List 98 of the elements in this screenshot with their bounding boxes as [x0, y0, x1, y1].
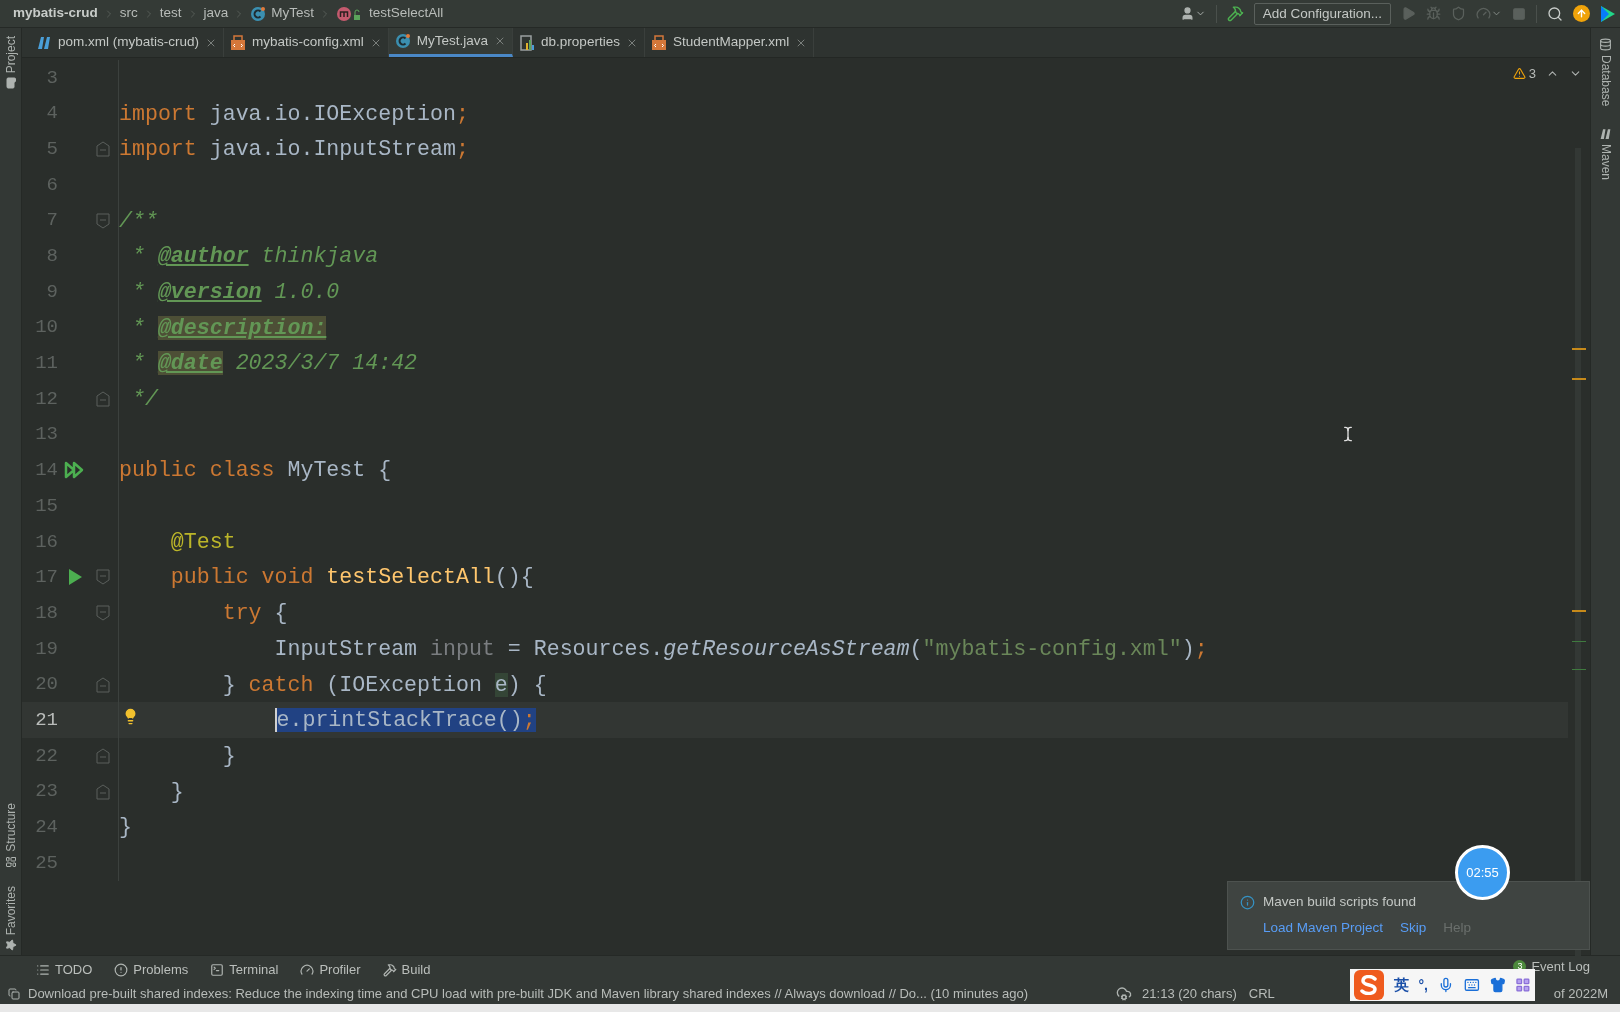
breadcrumb-item[interactable]: test	[159, 3, 182, 24]
warning-stripe-mark	[1572, 378, 1586, 380]
unfold-icon[interactable]	[96, 141, 110, 158]
warning-stripe-mark	[1572, 610, 1586, 612]
debug-icon[interactable]	[1426, 6, 1441, 21]
maven-icon	[1599, 128, 1612, 141]
hammer-icon	[382, 962, 397, 977]
code-line: e.printStackTrace();	[273, 707, 536, 735]
problems-icon	[114, 962, 129, 977]
editor-tab[interactable]: mybatis-config.xml	[224, 28, 389, 57]
unfold-icon[interactable]	[96, 391, 110, 408]
breadcrumb-item[interactable]: mybatis-crud	[13, 3, 98, 24]
maven-icon	[36, 35, 52, 50]
status-icon	[8, 987, 20, 1000]
tool-window-button[interactable]: Problems	[114, 959, 189, 980]
code-line: } catch (IOException e) {	[221, 671, 547, 699]
structure-icon	[4, 855, 17, 868]
punctuation-mode[interactable]: °,	[1418, 974, 1428, 996]
fold-icon[interactable]	[96, 605, 110, 622]
xml-file-icon	[650, 34, 667, 51]
code-line: }	[221, 742, 236, 770]
toolbox-logo-icon[interactable]	[1600, 4, 1616, 23]
tool-tab[interactable]: Structure	[1, 802, 20, 868]
code-line: */	[130, 386, 158, 414]
input-mode[interactable]: 英	[1393, 973, 1409, 997]
notification-link[interactable]: Load Maven Project	[1263, 918, 1384, 939]
microphone-icon[interactable]	[1438, 977, 1454, 993]
properties-file-icon	[519, 34, 536, 51]
warnings-indicator[interactable]: 3	[1512, 64, 1536, 84]
code-line: @Test	[169, 528, 236, 556]
code-line: InputStream input = Resources.getResourceAsStream("mybatis-config.xml");	[273, 635, 1208, 663]
class-icon	[394, 33, 411, 49]
stop-icon[interactable]	[1512, 6, 1526, 21]
editor-tab[interactable]: db.properties	[513, 28, 645, 57]
class-icon	[250, 5, 267, 22]
change-stripe-mark	[1572, 641, 1586, 642]
memory-indicator[interactable]: of 2022M	[1553, 983, 1608, 1004]
fold-icon[interactable]	[96, 569, 110, 586]
status-message[interactable]: Download pre-built shared indexes: Reduce the indexing time and CPU load with pre-built JDK and Maven library shared indexes // Always download // Do... (10 minutes ago)	[28, 983, 1029, 1004]
code-line: /**	[119, 207, 158, 235]
tool-tab[interactable]: Database	[1596, 38, 1615, 107]
list-icon	[36, 962, 50, 977]
tool-window-button[interactable]: TODO	[36, 959, 93, 980]
change-stripe-mark	[1572, 669, 1586, 670]
search-icon[interactable]	[1547, 5, 1563, 22]
terminal-icon	[210, 962, 225, 977]
project-tool-tab[interactable]: Project	[1, 36, 20, 90]
run-configuration-button[interactable]: Add Configuration...	[1253, 2, 1391, 25]
code-line: import java.io.IOException;	[119, 100, 469, 128]
keyboard-icon[interactable]	[1463, 977, 1480, 993]
cloud-gear-icon[interactable]	[1116, 985, 1133, 1002]
database-icon	[1599, 38, 1612, 51]
update-icon[interactable]	[1573, 5, 1590, 22]
breadcrumb-item[interactable]: src	[119, 3, 138, 24]
code-line: * @version 1.0.0	[130, 278, 340, 306]
editor-tab[interactable]: MyTest.java	[388, 28, 514, 57]
notification-link[interactable]: Skip	[1400, 918, 1427, 939]
code-line: try {	[221, 600, 288, 628]
shirt-icon[interactable]	[1489, 977, 1506, 993]
tool-tab[interactable]: Maven	[1596, 128, 1615, 181]
gauge-icon	[300, 962, 315, 977]
line-number: 21	[34, 707, 58, 733]
code-line: * @author thinkjava	[130, 243, 379, 271]
code-line: import java.io.InputStream;	[119, 136, 469, 164]
breadcrumb-item[interactable]: MyTest	[271, 3, 315, 24]
notification-title: Maven build scripts found	[1263, 893, 1417, 911]
fold-icon[interactable]	[96, 212, 110, 229]
code-line: * @date 2023/3/7 14:42	[130, 350, 418, 378]
unfold-icon[interactable]	[96, 783, 110, 800]
editor-tab[interactable]: pom.xml (mybatis-crud)	[30, 28, 225, 57]
grid-icon[interactable]	[1515, 977, 1531, 993]
user-icon[interactable]	[1179, 6, 1195, 21]
caret-position[interactable]: 21:13 (20 chars)	[1142, 983, 1237, 1004]
code-line: }	[119, 814, 132, 842]
warning-stripe-mark	[1572, 348, 1586, 350]
ime-logo-icon[interactable]	[1354, 970, 1384, 1000]
run-icon[interactable]	[67, 568, 83, 587]
tool-window-button[interactable]: Build	[382, 959, 431, 980]
unfold-icon[interactable]	[96, 676, 110, 693]
editor-tab[interactable]: StudentMapper.xml	[644, 28, 815, 57]
code-line: public class MyTest {	[119, 457, 392, 485]
code-line: public void testSelectAll(){	[169, 564, 534, 592]
breadcrumb-item[interactable]: java	[203, 3, 229, 24]
folder-icon	[4, 77, 17, 90]
tool-tab[interactable]: Favorites	[1, 885, 20, 951]
run-all-icon[interactable]	[64, 461, 86, 480]
star-icon	[4, 939, 17, 951]
unfold-icon[interactable]	[96, 747, 110, 764]
code-line: }	[169, 778, 184, 806]
info-icon	[1240, 894, 1255, 910]
breadcrumb-item[interactable]: testSelectAll	[369, 3, 444, 24]
xml-file-icon	[230, 34, 247, 51]
tool-window-button[interactable]: Terminal	[210, 959, 279, 980]
line-separator[interactable]: CRL	[1248, 983, 1275, 1004]
coverage-icon[interactable]	[1451, 6, 1466, 21]
tool-window-button[interactable]: Profiler	[300, 959, 361, 980]
profile-icon[interactable]	[1476, 6, 1491, 21]
build-icon[interactable]	[1226, 5, 1244, 22]
